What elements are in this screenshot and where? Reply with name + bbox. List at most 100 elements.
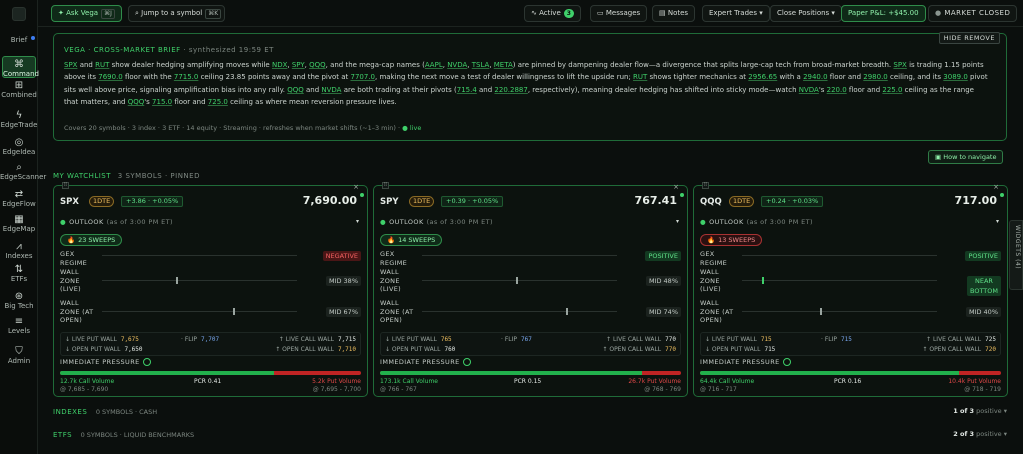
ask-vega-shortcut: ⌘J: [101, 9, 115, 19]
sidebar-item-label: EdgeIdea: [2, 148, 36, 156]
wall-zone-live-value: NEAR BOTTOM: [966, 276, 1001, 296]
drag-handle-icon[interactable]: ⠿: [382, 182, 389, 189]
etfs-section-header[interactable]: ETFS 0 SYMBOLS · LIQUID BENCHMARKS 2 of …: [53, 430, 1007, 439]
sidebar-item-big-tech[interactable]: ⊛ Big Tech: [0, 291, 38, 310]
gex-regime-value: NEGATIVE: [322, 251, 361, 261]
sidebar-item-edgeidea[interactable]: ◎ EdgeIdea: [0, 137, 38, 156]
flip-level-value: 767: [521, 336, 532, 343]
outlook-asof: (as of 3:00 PM ET): [426, 218, 493, 226]
sidebar-item-edgescanner[interactable]: ⌕ EdgeScanner: [0, 162, 46, 181]
live-put-wall-value: 7,675: [120, 336, 139, 343]
etfs-pager: 2 of 3: [953, 430, 975, 438]
wall-levels-panel: ↓ LIVE PUT WALL 765 · FLIP 767 ↑ LIVE CALL W…: [380, 332, 681, 356]
outlook-header[interactable]: ● OUTLOOK (as of 3:00 PM ET): [700, 218, 813, 226]
sidebar-item-edgetrade[interactable]: ϟ EdgeTrade: [0, 110, 38, 129]
sidebar-item-edgeflow[interactable]: ⇄ EdgeFlow: [0, 189, 38, 208]
how-to-navigate-button[interactable]: ▣ How to navigate: [928, 150, 1004, 164]
app-logo[interactable]: [12, 7, 26, 21]
sidebar-item-indexes[interactable]: ⩘ Indexes: [0, 241, 38, 260]
edgescanner-icon: ⌕: [16, 162, 22, 173]
sidebar-item-admin[interactable]: ⛉ Admin: [0, 346, 38, 365]
drag-handle-icon[interactable]: ⠿: [62, 182, 69, 189]
sidebar-item-label: EdgeScanner: [0, 173, 47, 181]
wall-zone-live-marker: [761, 277, 764, 284]
sidebar-item-label: Levels: [7, 327, 31, 335]
brief-live-label: live: [409, 124, 422, 132]
edgeidea-icon: ◎: [14, 137, 24, 148]
levels-icon: ≡: [14, 316, 24, 327]
etfs-sort-select[interactable]: positive ▾: [976, 430, 1007, 438]
wall-zone-live-label: WALL ZONE (LIVE): [700, 268, 721, 293]
watchlist-card[interactable]: ⠿ × SPX 1DTE +3.86 · +0.05% 7,690.00 ● OUTLOOK(…: [53, 182, 368, 397]
notes-button[interactable]: ▤ Notes: [652, 5, 696, 22]
indexes-sort-select[interactable]: positive ▾: [976, 407, 1007, 415]
sidebar-item-levels[interactable]: ≡ Levels: [0, 316, 38, 335]
wall-zone-open-label: WALL ZONE (AT OPEN): [60, 299, 94, 324]
close-positions-button[interactable]: Close Positions ▾: [770, 5, 842, 22]
pressure-bar: [700, 371, 1001, 375]
sidebar-item-combined[interactable]: ⊞ Combined: [0, 80, 38, 99]
wall-zone-live-label: WALL ZONE (LIVE): [60, 268, 81, 293]
info-icon[interactable]: [462, 358, 471, 366]
call-volume-range: @ 716 - 717: [700, 386, 737, 393]
activity-icon: ∿: [531, 9, 540, 17]
chevron-down-icon[interactable]: ▾: [356, 218, 359, 225]
symbol[interactable]: SPY: [380, 197, 399, 207]
symbol[interactable]: SPX: [60, 197, 79, 207]
immediate-pressure-label: IMMEDIATE PRESSURE: [60, 358, 151, 366]
brief-title: VEGA · CROSS-MARKET BRIEF: [64, 46, 181, 54]
wall-zone-live-marker: [176, 277, 179, 284]
ask-vega-button[interactable]: ✦ Ask Vega ⌘J: [51, 5, 122, 22]
jump-label: Jump to a symbol: [141, 9, 203, 17]
jump-to-symbol-button[interactable]: ⌕ Jump to a symbol ⌘K: [128, 5, 225, 22]
paper-pnl-badge[interactable]: Paper P&L: +$45.00: [841, 5, 926, 22]
info-icon[interactable]: [782, 358, 791, 366]
sidebar-item-brief[interactable]: Brief: [0, 36, 38, 44]
indexes-section-header[interactable]: INDEXES 0 SYMBOLS · CASH 1 of 3 positive…: [53, 407, 1007, 416]
widgets-tab[interactable]: WIDGETS (4): [1009, 220, 1023, 290]
pressure-bar-call-fill: [380, 371, 642, 375]
watchlist-card[interactable]: ⠿ × SPY 1DTE +0.39 · +0.05% 767.41 ● OUTLOOK (as…: [373, 182, 688, 397]
immediate-pressure-title: IMMEDIATE PRESSURE: [60, 358, 140, 366]
flip-level: · FLIP 7,707: [181, 336, 219, 343]
open-call-wall-label: ↑ OPEN CALL WALL: [922, 346, 982, 353]
live-call-wall-label: ↑ LIVE CALL WALL: [606, 336, 662, 343]
flip-level-label: · FLIP: [501, 336, 517, 343]
gex-regime-track: [102, 255, 297, 256]
close-icon[interactable]: ×: [993, 183, 999, 191]
sidebar-item-edgemap[interactable]: ▦ EdgeMap: [0, 214, 38, 233]
outlook-label: OUTLOOK: [709, 218, 744, 226]
outlook-header[interactable]: ● OUTLOOK (as of 3:00 PM ET): [380, 218, 493, 226]
wall-zone-open-marker: [566, 308, 569, 315]
open-call-wall-label: ↑ OPEN CALL WALL: [602, 346, 662, 353]
market-status-badge: ● MARKET CLOSED: [928, 5, 1018, 22]
drag-handle-icon[interactable]: ⠿: [702, 182, 709, 189]
live-call-wall-label: ↑ LIVE CALL WALL: [278, 336, 334, 343]
watchlist-header[interactable]: MY WATCHLIST 3 SYMBOLS · PINNED: [53, 172, 200, 180]
watchlist-card[interactable]: ⠿ × QQQ 1DTE +0.24 · +0.03% 717.00 ● OUTLOOK (as…: [693, 182, 1008, 397]
widgets-label: WIDGETS (4): [1014, 225, 1021, 270]
fire-icon: 🔥: [707, 236, 716, 244]
outlook-header[interactable]: ● OUTLOOK (as of 3:00 PM ET): [60, 218, 173, 226]
indexes-icon: ⩘: [16, 241, 22, 252]
jump-shortcut: ⌘K: [205, 9, 222, 19]
open-put-wall-value: 715: [764, 346, 776, 353]
active-button[interactable]: ∿ Active 3: [524, 5, 581, 22]
chevron-down-icon[interactable]: ▾: [676, 218, 679, 225]
chevron-down-icon: ▾: [756, 9, 763, 17]
wall-zone-open-value: MID 74%: [645, 307, 681, 317]
wall-zone-live-label: WALL ZONE (LIVE): [380, 268, 401, 293]
hide-remove-button[interactable]: HIDE REMOVE: [938, 32, 1000, 44]
info-icon[interactable]: [142, 358, 151, 366]
expert-trades-button[interactable]: Expert Trades ▾: [702, 5, 770, 22]
messages-button[interactable]: ▭ Messages: [590, 5, 648, 22]
wall-zone-live-marker: [515, 277, 518, 284]
close-icon[interactable]: ×: [673, 183, 679, 191]
symbol[interactable]: QQQ: [700, 197, 722, 207]
chevron-down-icon[interactable]: ▾: [996, 218, 999, 225]
sidebar-item-command[interactable]: ⌘ Command: [2, 56, 39, 78]
gex-regime-value: POSITIVE: [645, 251, 681, 261]
price: 7,690.00: [302, 194, 357, 207]
sidebar-item-etfs[interactable]: ⇅ ETFs: [0, 264, 38, 283]
close-icon[interactable]: ×: [353, 183, 359, 191]
